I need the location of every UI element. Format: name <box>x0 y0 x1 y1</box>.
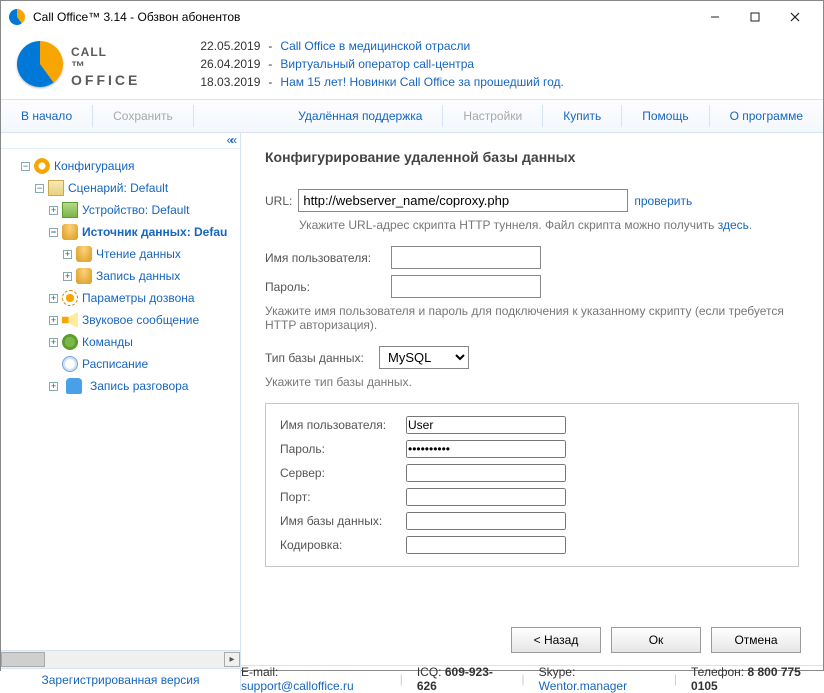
toolbar-help[interactable]: Помощь <box>632 105 698 127</box>
toolbar-remote[interactable]: Удалённая поддержка <box>288 105 432 127</box>
logo-text: CALL™ OFFICE <box>71 41 140 87</box>
gear-icon <box>62 290 78 306</box>
header: CALL™ OFFICE 22.05.2019-Call Office в ме… <box>1 33 823 99</box>
toolbar: В начало Сохранить Удалённая поддержка Н… <box>1 99 823 133</box>
db-fieldset: Имя пользователя: Пароль: Сервер: Порт: … <box>265 403 799 567</box>
toolbar-home[interactable]: В начало <box>11 105 82 127</box>
tree-device[interactable]: +Устройство: Default <box>47 199 236 221</box>
dbtype-select[interactable]: MySQL <box>379 346 469 369</box>
news-link[interactable]: Call Office в медицинской отрасли <box>280 37 470 55</box>
app-icon <box>9 9 25 25</box>
tree-datasource[interactable]: −Источник данных: Defau <box>47 221 236 243</box>
main-panel: Конфигурирование удаленной базы данных U… <box>241 133 823 691</box>
dbtype-label: Тип базы данных: <box>265 351 373 365</box>
logo: CALL™ OFFICE <box>17 41 140 87</box>
http-pass-input[interactable] <box>391 275 541 298</box>
news-feed: 22.05.2019-Call Office в медицинской отр… <box>200 37 564 91</box>
db-enc-input[interactable] <box>406 536 566 554</box>
sidebar: «« −Конфигурация −Сценарий: Default +Уст… <box>1 133 241 691</box>
dbtype-hint: Укажите тип базы данных. <box>265 375 799 389</box>
window-title: Call Office™ 3.14 - Обзвон абонентов <box>33 10 695 24</box>
toolbar-save: Сохранить <box>103 105 183 127</box>
minimize-button[interactable] <box>695 3 735 31</box>
news-link[interactable]: Виртуальный оператор call-центра <box>280 55 474 73</box>
database-icon <box>62 224 78 240</box>
separator <box>442 105 443 127</box>
device-icon <box>62 202 78 218</box>
back-button[interactable]: < Назад <box>511 627 601 653</box>
footer-skype[interactable]: Wentor.manager <box>539 679 628 693</box>
http-user-label: Имя пользователя: <box>265 251 385 265</box>
check-url-link[interactable]: проверить <box>634 194 692 208</box>
url-label: URL: <box>265 194 292 208</box>
auth-hint: Укажите имя пользователя и пароль для по… <box>265 304 799 332</box>
config-tree[interactable]: −Конфигурация −Сценарий: Default +Устрой… <box>1 149 240 650</box>
tree-scenario[interactable]: −Сценарий: Default <box>33 177 236 199</box>
speaker-icon <box>62 312 78 328</box>
horizontal-scrollbar[interactable]: ▸ <box>1 650 240 668</box>
db-server-label: Сервер: <box>280 466 400 480</box>
db-name-label: Имя базы данных: <box>280 514 400 528</box>
db-port-label: Порт: <box>280 490 400 504</box>
database-icon <box>76 246 92 262</box>
news-date: 18.03.2019 <box>200 73 260 91</box>
tree-read[interactable]: +Чтение данных <box>61 243 236 265</box>
separator <box>542 105 543 127</box>
microphone-icon <box>66 378 82 394</box>
logo-line1: CALL <box>71 45 107 59</box>
collapse-sidebar-button[interactable]: «« <box>1 133 240 149</box>
tree-commands[interactable]: +Команды <box>47 331 236 353</box>
tree-config[interactable]: −Конфигурация <box>19 155 236 177</box>
db-name-input[interactable] <box>406 512 566 530</box>
page-title: Конфигурирование удаленной базы данных <box>265 149 799 165</box>
db-server-input[interactable] <box>406 464 566 482</box>
tree-dial[interactable]: +Параметры дозвона <box>47 287 236 309</box>
db-pass-label: Пароль: <box>280 442 400 456</box>
footer-email[interactable]: support@calloffice.ru <box>241 679 354 693</box>
registered-link[interactable]: Зарегистрированная версия <box>41 673 199 687</box>
ok-button[interactable]: Ок <box>611 627 701 653</box>
titlebar: Call Office™ 3.14 - Обзвон абонентов <box>1 1 823 33</box>
tree-record[interactable]: +Запись разговора <box>47 375 236 397</box>
db-port-input[interactable] <box>406 488 566 506</box>
url-hint: Укажите URL-адрес скрипта HTTP туннеля. … <box>299 218 799 232</box>
http-user-input[interactable] <box>391 246 541 269</box>
toolbar-about[interactable]: О программе <box>720 105 813 127</box>
http-pass-label: Пароль: <box>265 280 385 294</box>
news-date: 22.05.2019 <box>200 37 260 55</box>
separator <box>621 105 622 127</box>
news-link[interactable]: Нам 15 лет! Новинки Call Office за проше… <box>280 73 563 91</box>
play-icon <box>62 334 78 350</box>
registered-version: Зарегистрированная версия <box>1 668 240 691</box>
button-bar: < Назад Ок Отмена <box>241 619 823 665</box>
db-user-label: Имя пользователя: <box>280 418 400 432</box>
maximize-button[interactable] <box>735 3 775 31</box>
news-date: 26.04.2019 <box>200 55 260 73</box>
footer: E-mail: support@calloffice.ru | ICQ: 609… <box>241 665 823 691</box>
logo-line2: OFFICE <box>71 74 140 87</box>
separator <box>92 105 93 127</box>
close-button[interactable] <box>775 3 815 31</box>
url-input[interactable] <box>298 189 628 212</box>
db-user-input[interactable] <box>406 416 566 434</box>
database-icon <box>76 268 92 284</box>
document-icon <box>48 180 64 196</box>
db-pass-input[interactable] <box>406 440 566 458</box>
toolbar-buy[interactable]: Купить <box>553 105 611 127</box>
scrollbar-thumb[interactable] <box>1 652 45 667</box>
logo-mark-icon <box>17 41 63 87</box>
here-link[interactable]: здесь <box>718 218 749 232</box>
separator <box>193 105 194 127</box>
db-enc-label: Кодировка: <box>280 538 400 552</box>
toolbar-settings[interactable]: Настройки <box>453 105 532 127</box>
cancel-button[interactable]: Отмена <box>711 627 801 653</box>
separator <box>709 105 710 127</box>
tree-schedule[interactable]: +Расписание <box>47 353 236 375</box>
tree-write[interactable]: +Запись данных <box>61 265 236 287</box>
tree-sound[interactable]: +Звуковое сообщение <box>47 309 236 331</box>
clock-icon <box>62 356 78 372</box>
scroll-right-arrow[interactable]: ▸ <box>224 652 240 667</box>
gear-icon <box>34 158 50 174</box>
